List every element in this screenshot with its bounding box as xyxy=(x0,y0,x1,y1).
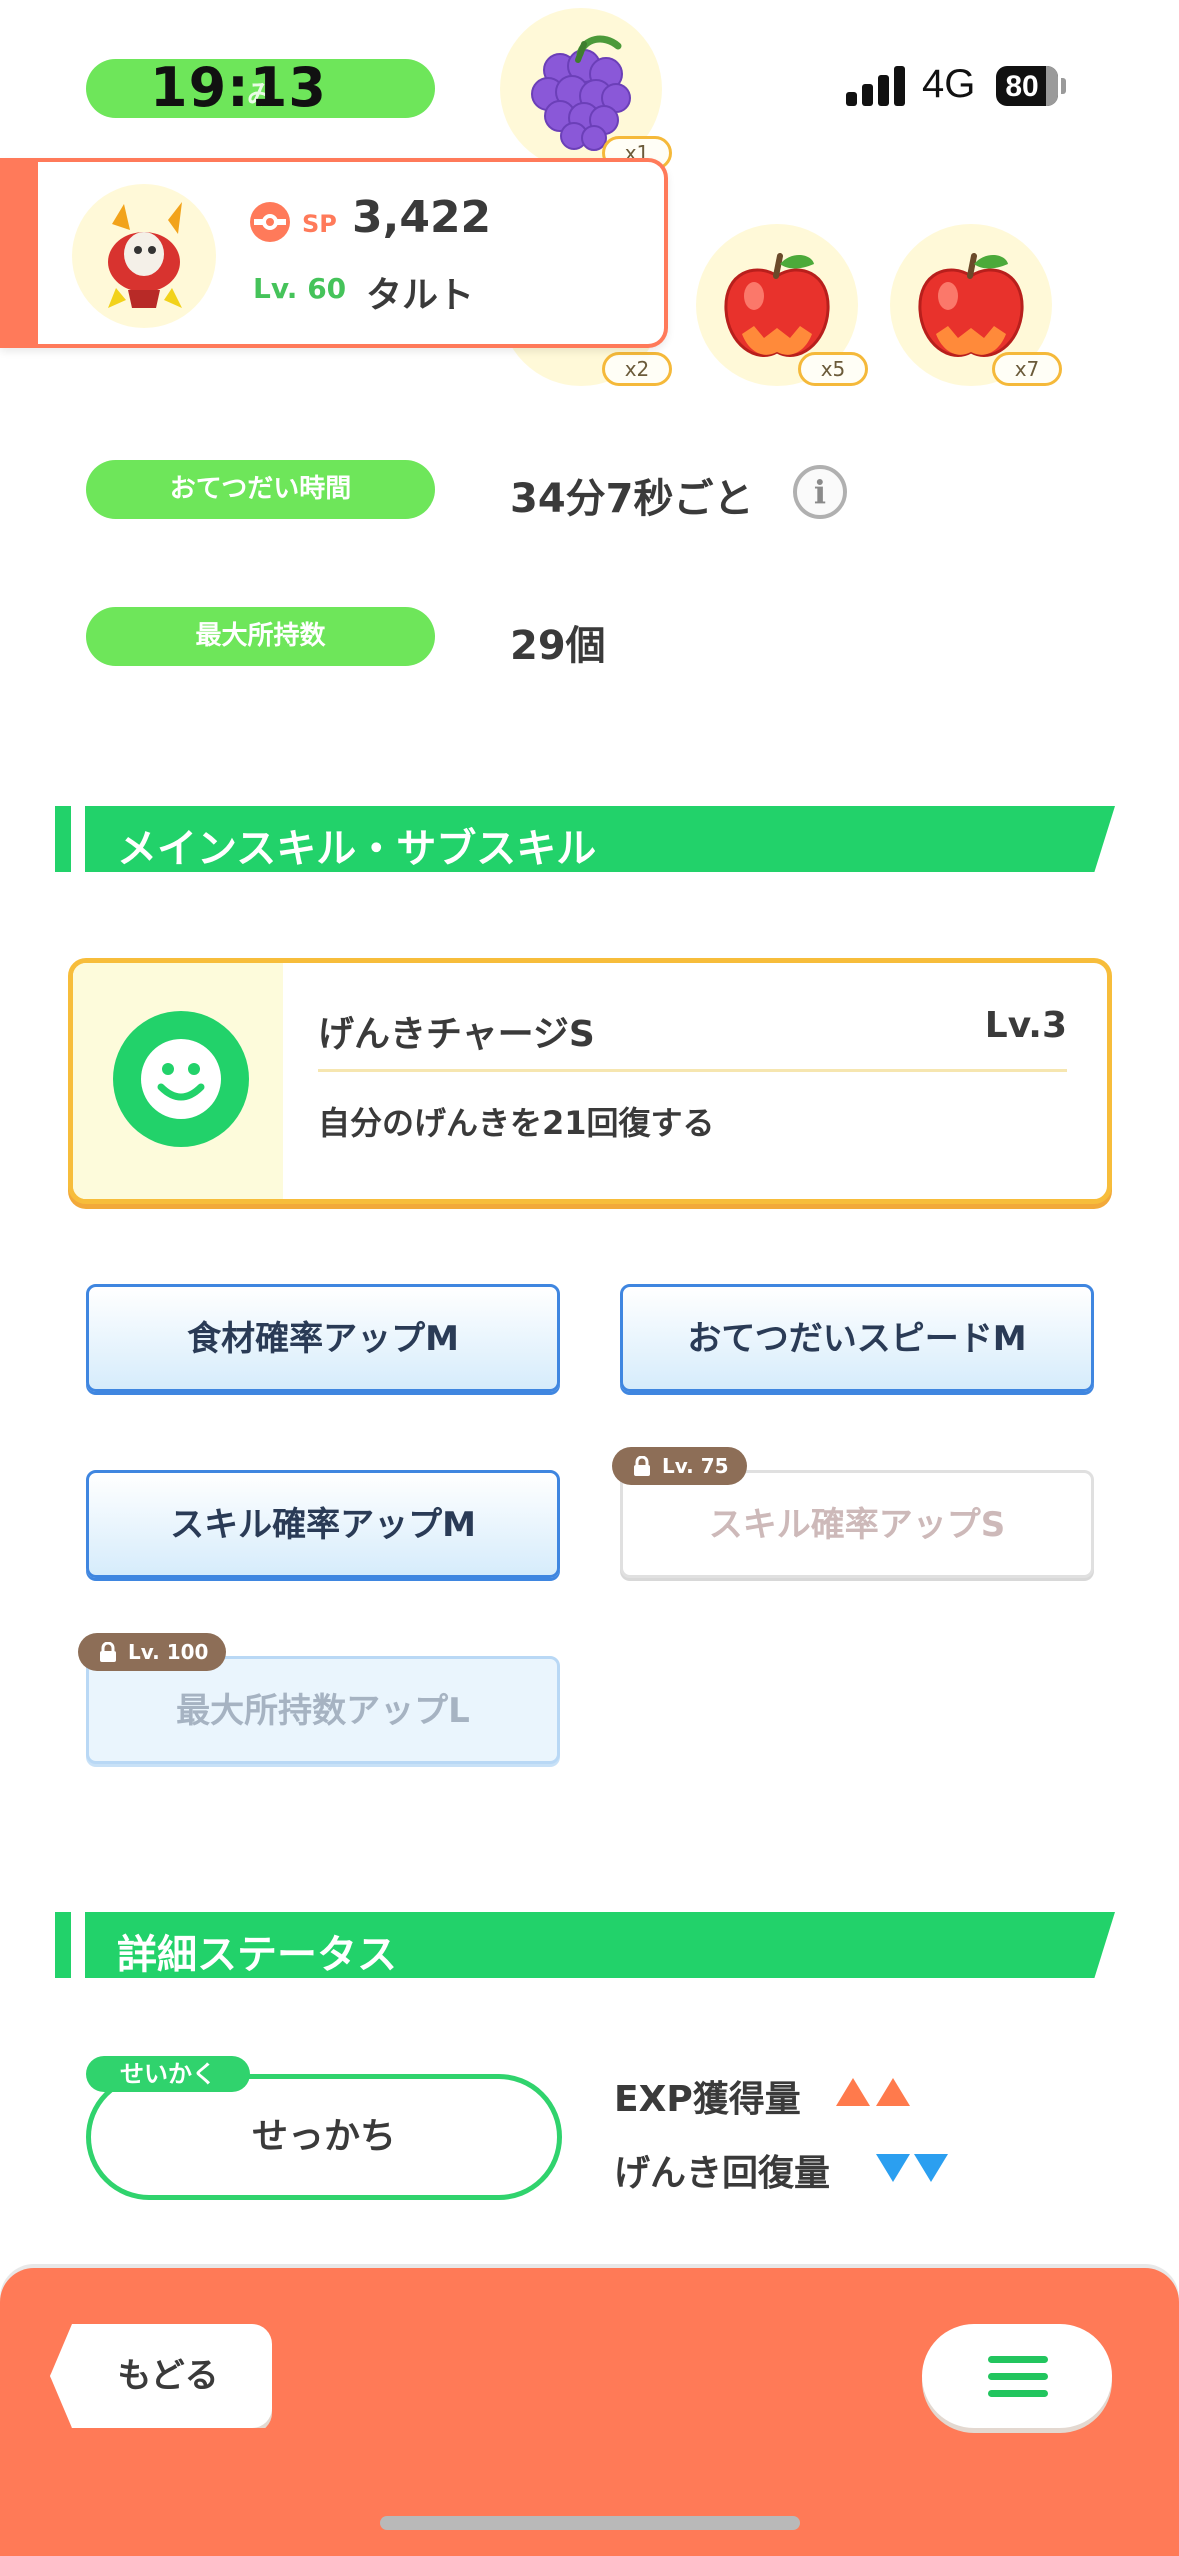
unlock-level-badge: Lv. 75 xyxy=(612,1447,747,1485)
unlock-level-badge: Lv. 100 xyxy=(78,1633,227,1671)
section-header-skills: メインスキル・サブスキル xyxy=(55,806,1115,872)
home-indicator[interactable] xyxy=(380,2516,800,2530)
pokemon-avatar xyxy=(72,184,216,328)
main-skill-name: げんきチャージS xyxy=(318,1014,595,1055)
subskill-button-locked[interactable]: 最大所持数アップL xyxy=(86,1656,560,1764)
main-skill-level: Lv.3 xyxy=(984,1005,1067,1046)
unlock-level: Lv. 75 xyxy=(662,1454,729,1478)
card-stripe xyxy=(0,162,38,344)
up-arrows-icon xyxy=(836,2078,916,2108)
nature-field[interactable]: せっかち xyxy=(86,2074,562,2200)
back-button[interactable]: もどる xyxy=(50,2324,272,2428)
pokemon-sprite-icon xyxy=(108,202,182,308)
pokemon-name: タルト xyxy=(366,275,475,316)
max-carry-label: 最大所持数 xyxy=(86,607,435,666)
main-skill-card[interactable]: げんきチャージS Lv.3 自分のげんきを21回復する xyxy=(68,958,1112,1204)
fruit-count: x7 xyxy=(992,352,1062,386)
lock-icon xyxy=(634,1456,650,1476)
signal-icon xyxy=(846,62,906,106)
divider xyxy=(318,1069,1067,1072)
effect-label-energy: げんき回復量 xyxy=(614,2153,831,2194)
section-header-details: 詳細ステータス xyxy=(55,1912,1115,1978)
fruit-bubble-grape: x1 xyxy=(500,8,672,170)
menu-button[interactable] xyxy=(922,2324,1112,2428)
subskill-button[interactable]: おてつだいスピードM xyxy=(620,1284,1094,1392)
pokeball-icon xyxy=(250,202,290,242)
main-skill-description: 自分のげんきを21回復する xyxy=(318,1104,715,1142)
help-time-value: 34分7秒ごと xyxy=(510,476,754,522)
back-button-label: もどる xyxy=(117,2356,219,2396)
fruit-count: x5 xyxy=(798,352,868,386)
fruit-count: x2 xyxy=(602,352,672,386)
fruit-bubble-apple: x7 xyxy=(890,224,1062,386)
fruit-bubble-apple: x5 xyxy=(696,224,868,386)
battery-icon: 80 xyxy=(996,66,1058,106)
max-carry-value: 29個 xyxy=(510,623,606,669)
sp-label: SP xyxy=(302,210,337,238)
status-time: 19:13 xyxy=(150,56,327,119)
help-time-label: おてつだい時間 xyxy=(86,460,435,519)
lock-icon xyxy=(100,1642,116,1662)
main-skill-icon-panel xyxy=(73,963,283,1199)
down-arrows-icon xyxy=(876,2154,956,2184)
unlock-level: Lv. 100 xyxy=(128,1640,209,1664)
nature-tag: せいかく xyxy=(86,2056,250,2092)
section-title: メインスキル・サブスキル xyxy=(117,826,597,872)
network-label: 4G xyxy=(922,62,976,106)
section-title: 詳細ステータス xyxy=(117,1932,397,1978)
subskill-button[interactable]: スキル確率アップM xyxy=(86,1470,560,1578)
pokemon-card[interactable]: SP 3,422 Lv. 60 タルト xyxy=(0,158,668,348)
info-icon[interactable]: i xyxy=(793,465,847,519)
subskill-button-locked[interactable]: スキル確率アップS xyxy=(620,1470,1094,1578)
pokemon-level: Lv. 60 xyxy=(253,272,347,305)
bottom-bar: もどる xyxy=(0,2268,1179,2556)
subskill-button[interactable]: 食材確率アップM xyxy=(86,1284,560,1392)
sp-value: 3,422 xyxy=(352,192,492,243)
battery-nub xyxy=(1061,78,1066,94)
effect-label-exp: EXP獲得量 xyxy=(614,2079,801,2120)
battery-level: 80 xyxy=(1005,70,1039,103)
smile-icon xyxy=(113,1011,249,1147)
